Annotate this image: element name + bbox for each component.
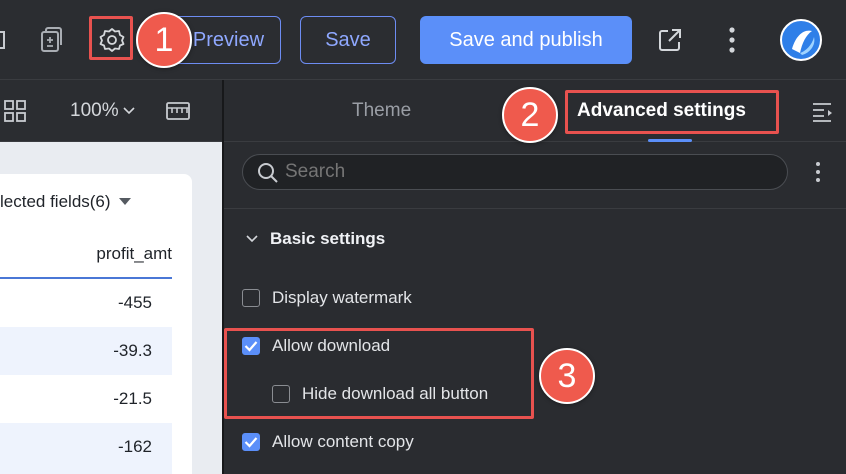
- table-row[interactable]: -455: [0, 279, 172, 327]
- tab-theme[interactable]: Theme: [352, 100, 411, 122]
- canvas-toolbar: 100%: [0, 80, 222, 142]
- save-and-publish-button[interactable]: Save and publish: [420, 16, 632, 64]
- table-cell: -455: [117, 293, 152, 312]
- zoom-level: 100%: [70, 100, 119, 121]
- ruler-icon[interactable]: [164, 98, 192, 124]
- zoom-dropdown[interactable]: 100%: [70, 98, 135, 124]
- more-options-icon[interactable]: [808, 158, 828, 186]
- callout-badge-3: 3: [539, 348, 595, 404]
- display-watermark-checkbox[interactable]: [242, 289, 260, 307]
- search-icon: [257, 162, 279, 184]
- more-vertical-icon[interactable]: [722, 24, 742, 56]
- allow-content-copy-label: Allow content copy: [272, 432, 414, 451]
- active-tab-indicator: [648, 139, 692, 142]
- search-input[interactable]: [285, 159, 765, 185]
- basic-settings-section-header[interactable]: Basic settings: [246, 229, 385, 249]
- table-row[interactable]: -21.5: [0, 375, 172, 423]
- table-cell: -162: [117, 437, 152, 456]
- section-title: Basic settings: [270, 229, 386, 248]
- chevron-down-icon: [246, 235, 258, 243]
- save-button[interactable]: Save: [300, 16, 396, 64]
- table-widget: lected fields(6) profit_amt -455 -39.3 -…: [0, 174, 192, 474]
- search-divider: [224, 208, 846, 209]
- callout-box-advanced-tab: [565, 90, 779, 134]
- display-watermark-option[interactable]: Display watermark: [242, 288, 412, 308]
- allow-content-copy-option[interactable]: Allow content copy: [242, 432, 414, 452]
- table-row[interactable]: -39.3: [0, 327, 172, 375]
- callout-badge-1: 1: [136, 12, 192, 68]
- search-field[interactable]: [242, 154, 788, 190]
- chevron-down-icon: [123, 107, 135, 115]
- callout-box-settings: [89, 16, 133, 60]
- allow-content-copy-checkbox[interactable]: [242, 433, 260, 451]
- callout-badge-2: 2: [502, 87, 558, 143]
- table-cell: -21.5: [113, 389, 152, 408]
- canvas-area: lected fields(6) profit_amt -455 -39.3 -…: [0, 142, 222, 474]
- user-avatar[interactable]: [780, 19, 822, 61]
- selected-fields-label: lected fields(6): [0, 192, 111, 211]
- display-watermark-label: Display watermark: [272, 288, 412, 307]
- open-external-icon[interactable]: [655, 25, 685, 55]
- document-diff-icon[interactable]: [36, 24, 68, 56]
- collapse-panel-icon[interactable]: [810, 100, 836, 124]
- selected-fields-dropdown[interactable]: lected fields(6): [0, 192, 131, 212]
- caret-down-icon: [118, 198, 131, 206]
- callout-box-download-options: [224, 328, 534, 419]
- grid-layout-icon[interactable]: [2, 98, 28, 124]
- checkmark-icon: [244, 437, 258, 448]
- table-cell: -39.3: [113, 341, 152, 360]
- partial-toolbar-icon[interactable]: [0, 26, 8, 54]
- column-header-profit-amt[interactable]: profit_amt: [96, 244, 172, 264]
- table-row[interactable]: -162: [0, 423, 172, 474]
